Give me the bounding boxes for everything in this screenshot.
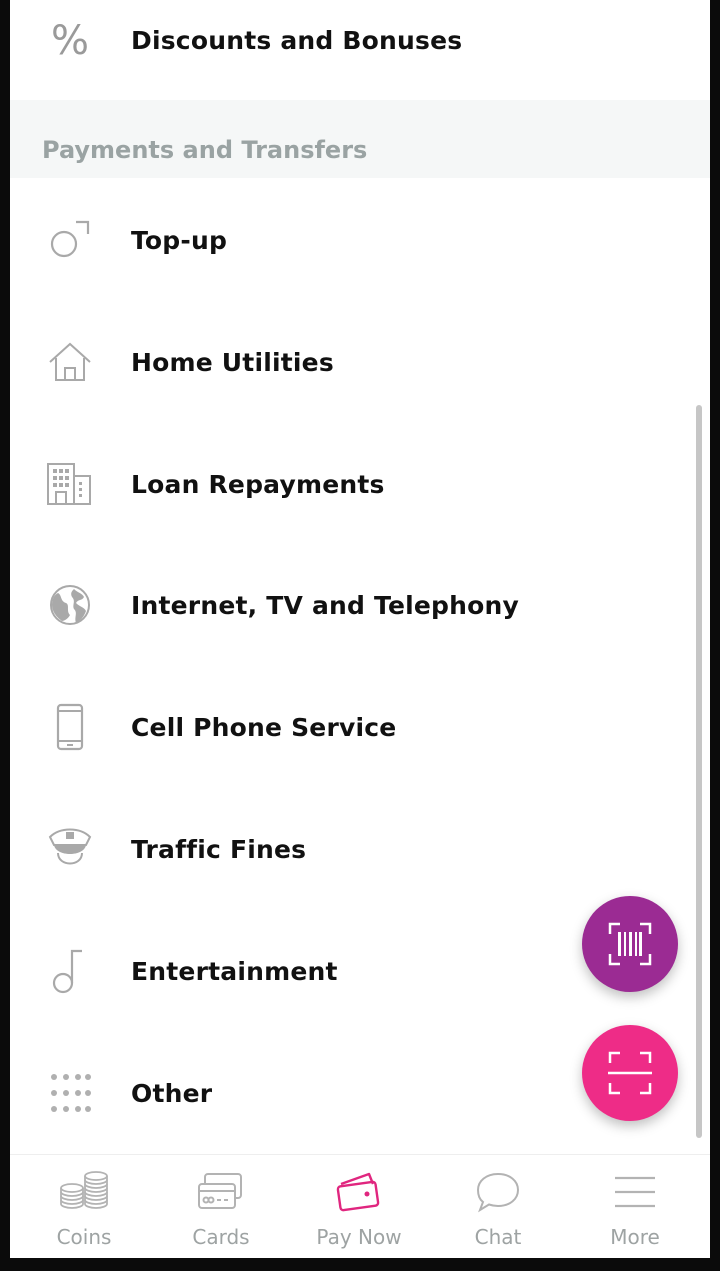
menu-icon	[607, 1169, 663, 1215]
svg-text:%: %	[51, 18, 89, 64]
nav-label: Cards	[192, 1225, 250, 1249]
list-item-top-up[interactable]: Top-up	[10, 179, 710, 301]
nav-item-pay-now[interactable]: Pay Now	[289, 1155, 429, 1258]
top-up-icon	[46, 216, 94, 264]
section-header: Payments and Transfers	[10, 100, 710, 178]
screen: % Discounts and Bonuses Payments and Tra…	[10, 0, 710, 1258]
coins-icon	[56, 1169, 112, 1215]
nav-label: More	[610, 1225, 660, 1249]
chat-icon	[470, 1169, 526, 1215]
barcode-fab-button[interactable]	[582, 896, 678, 992]
discounts-row[interactable]: % Discounts and Bonuses	[10, 0, 710, 101]
cards-icon	[193, 1169, 249, 1215]
nav-label: Pay Now	[316, 1225, 402, 1249]
globe-icon	[46, 581, 94, 629]
list-item-label: Traffic Fines	[131, 834, 307, 864]
list-item-label: Top-up	[131, 225, 228, 255]
scan-icon	[608, 1051, 652, 1095]
percent-icon: %	[46, 16, 94, 64]
list-item-label: Cell Phone Service	[131, 712, 397, 742]
list-item-internet-tv-telephony[interactable]: Internet, TV and Telephony	[10, 544, 710, 666]
music-note-icon	[46, 947, 94, 995]
nav-item-more[interactable]: More	[565, 1155, 705, 1258]
bottom-nav: Coins Cards Pay Now Chat More	[10, 1154, 710, 1258]
list-item-loan-repayments[interactable]: Loan Repayments	[10, 423, 710, 545]
police-cap-icon	[46, 825, 94, 873]
list-item-label: Other	[131, 1078, 213, 1108]
list-item-label: Home Utilities	[131, 347, 334, 377]
list-item-label: Entertainment	[131, 956, 338, 986]
list-item-label: Internet, TV and Telephony	[131, 590, 519, 620]
list-item-label: Loan Repayments	[131, 469, 385, 499]
scrollbar[interactable]	[696, 405, 702, 1138]
dots-grid-icon	[46, 1069, 94, 1117]
section-title: Payments and Transfers	[42, 136, 368, 164]
nav-item-coins[interactable]: Coins	[14, 1155, 154, 1258]
list-item-cell-phone-service[interactable]: Cell Phone Service	[10, 666, 710, 788]
phone-icon	[46, 703, 94, 751]
building-icon	[46, 460, 94, 508]
discounts-label: Discounts and Bonuses	[131, 25, 463, 55]
nav-label: Chat	[474, 1225, 522, 1249]
nav-item-chat[interactable]: Chat	[428, 1155, 568, 1258]
scan-fab-button[interactable]	[582, 1025, 678, 1121]
list-item-traffic-fines[interactable]: Traffic Fines	[10, 788, 710, 910]
home-icon	[46, 338, 94, 386]
nav-label: Coins	[56, 1225, 112, 1249]
list-item-home-utilities[interactable]: Home Utilities	[10, 301, 710, 423]
barcode-icon	[608, 922, 652, 966]
wallet-icon	[331, 1169, 387, 1215]
nav-item-cards[interactable]: Cards	[151, 1155, 291, 1258]
